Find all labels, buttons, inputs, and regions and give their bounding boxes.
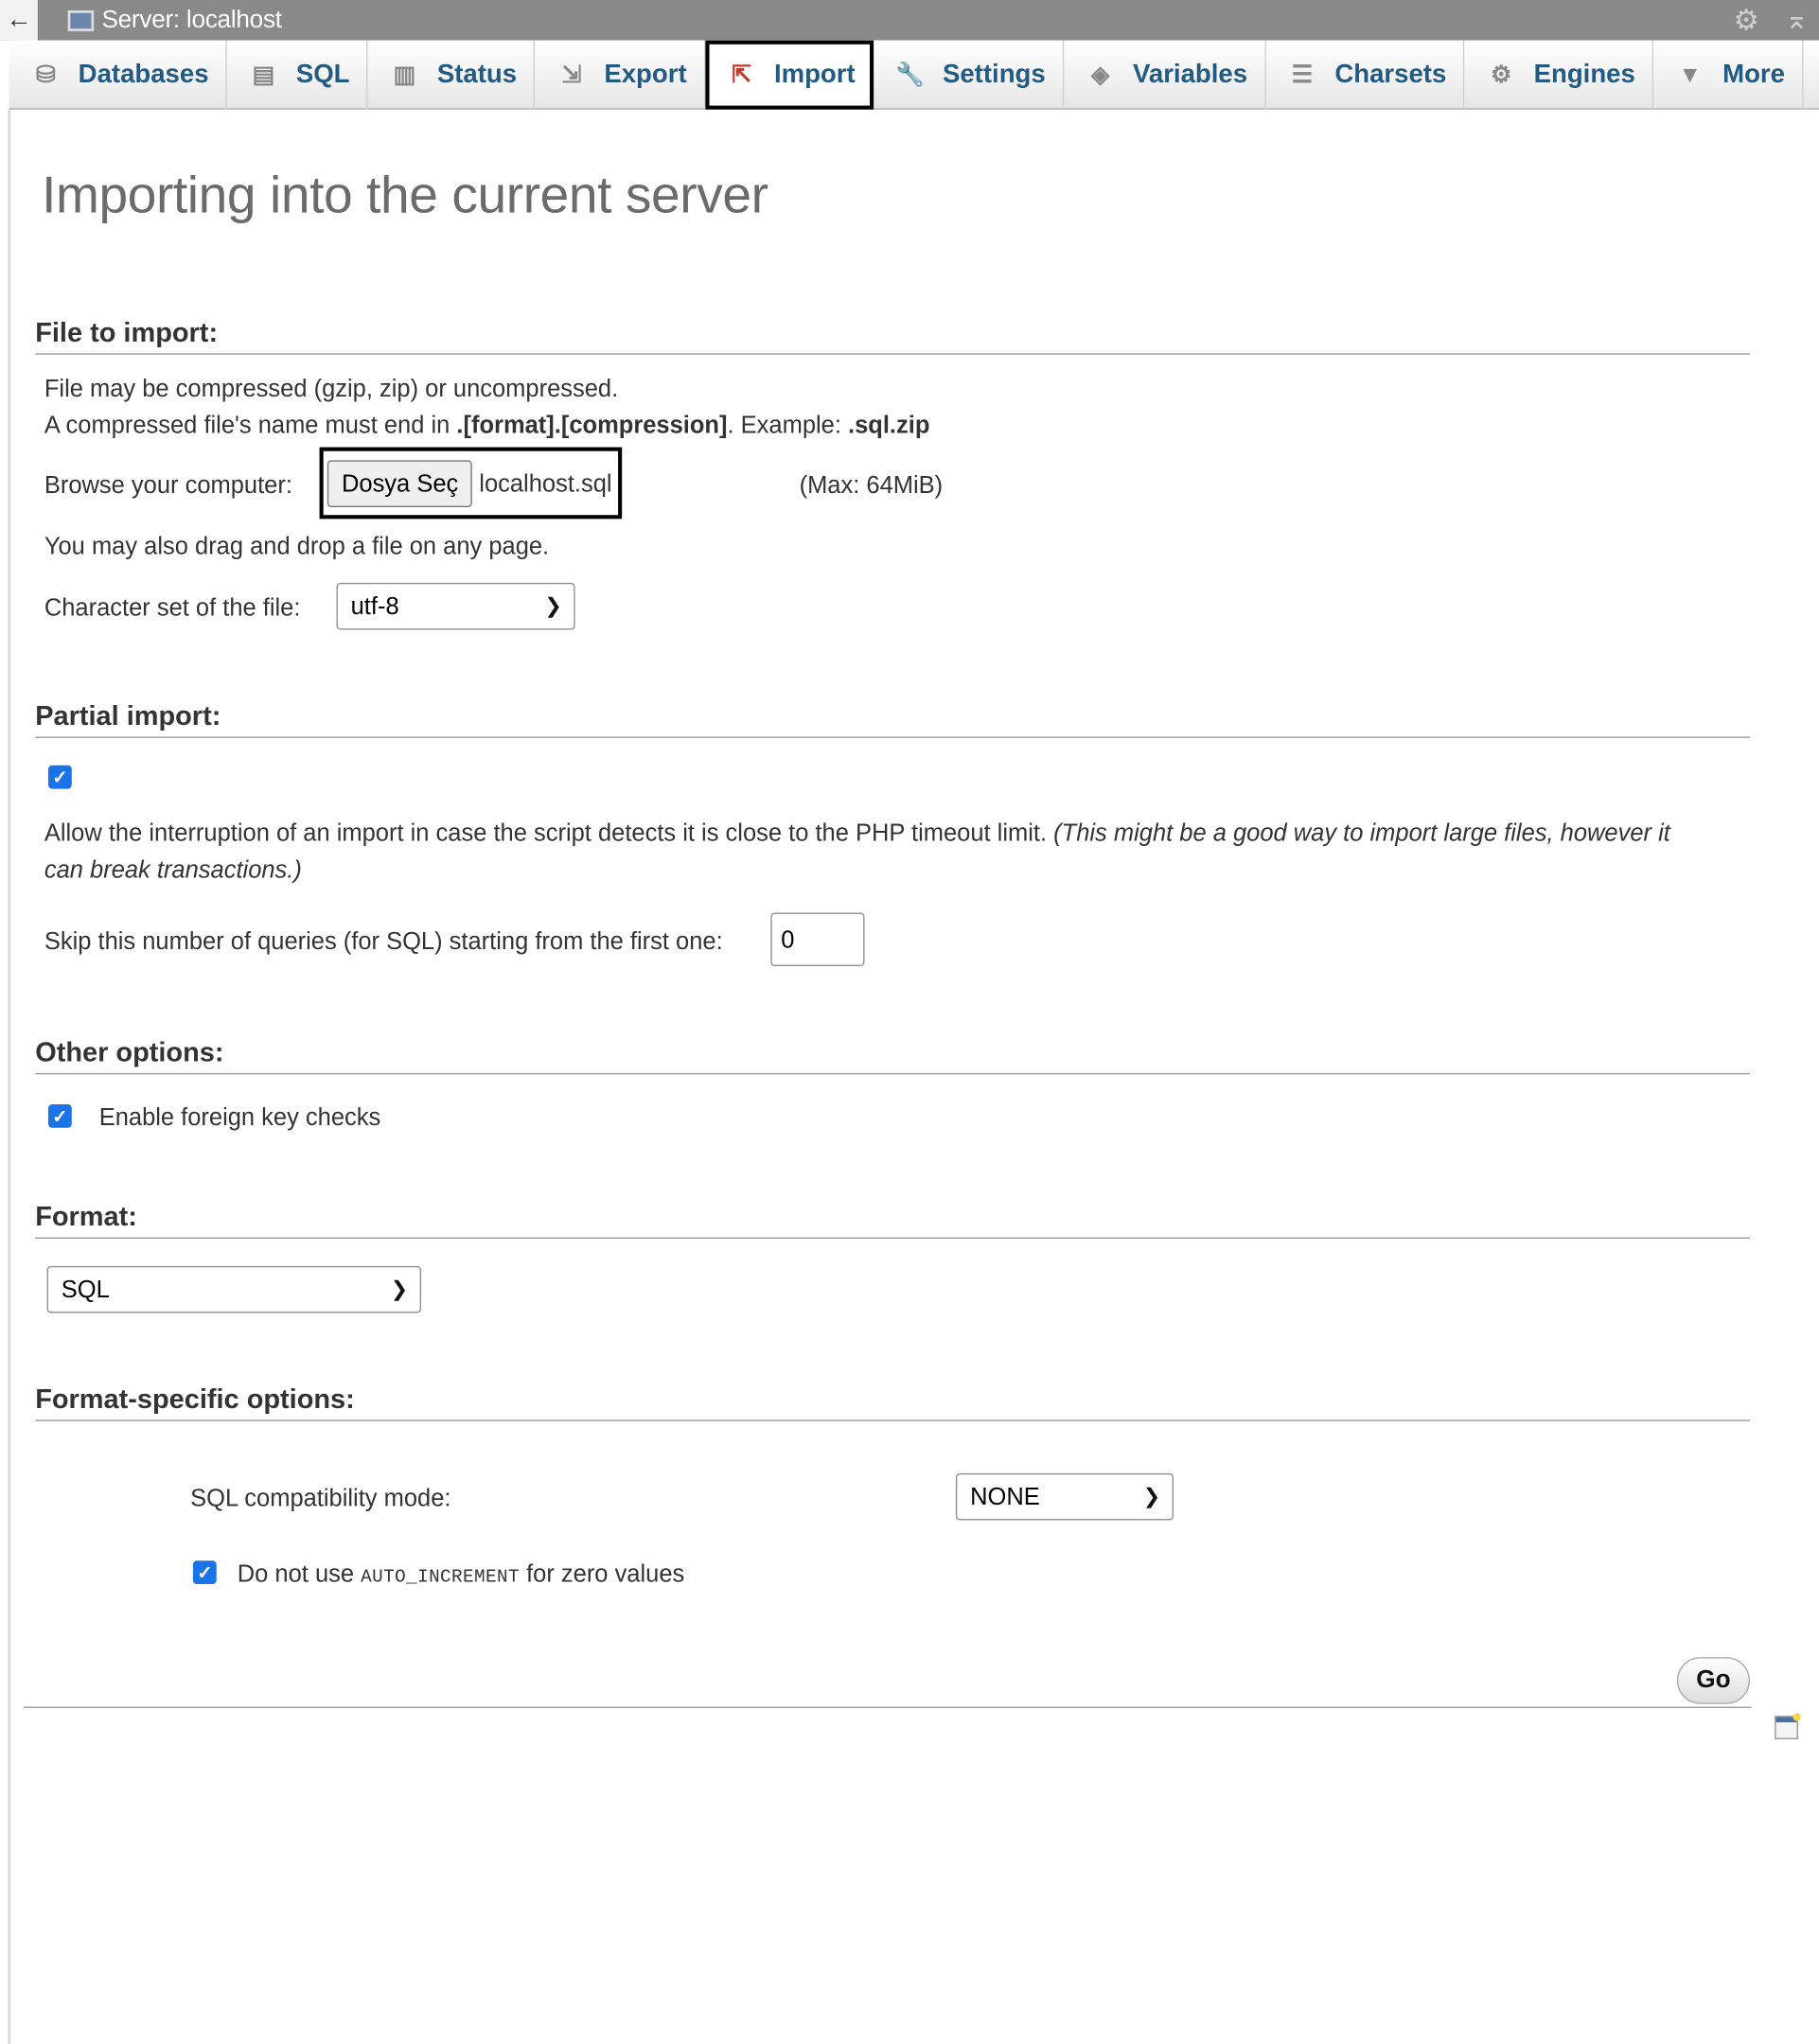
tab-label: Status bbox=[436, 60, 518, 89]
section-partial-import: Partial import: bbox=[35, 701, 1751, 738]
charset-value: utf-8 bbox=[350, 591, 399, 620]
tab-label: Variables bbox=[1133, 60, 1248, 89]
compression-note: File may be compressed (gzip, zip) or un… bbox=[44, 374, 619, 402]
status-icon: ▥ bbox=[393, 61, 416, 88]
tab-label: SQL bbox=[295, 60, 350, 89]
auto-increment-post: for zero values bbox=[519, 1559, 685, 1587]
tab-label: Charsets bbox=[1334, 60, 1447, 89]
go-button[interactable]: Go bbox=[1676, 1657, 1751, 1704]
page-title: Importing into the current server bbox=[42, 167, 768, 224]
auto-increment-label: Do not use AUTO_INCREMENT for zero value… bbox=[238, 1559, 684, 1588]
wrench-icon: 🔧 bbox=[895, 61, 925, 88]
format-value: SQL bbox=[61, 1275, 110, 1303]
foreign-key-checkbox[interactable]: ✓ bbox=[47, 1103, 72, 1128]
allow-interrupt-text: Allow the interruption of an import in c… bbox=[44, 819, 1048, 847]
section-format-specific: Format-specific options: bbox=[35, 1384, 1751, 1421]
auto-increment-pre: Do not use bbox=[237, 1559, 362, 1587]
sql-icon: ▤ bbox=[252, 61, 275, 88]
export-icon: ⇲ bbox=[561, 61, 582, 88]
allow-interrupt-note-2: can break transactions.) bbox=[44, 855, 302, 883]
tab-sql[interactable]: ▤ SQL bbox=[227, 40, 368, 110]
tab-settings[interactable]: 🔧 Settings bbox=[874, 40, 1064, 110]
collapse-icon[interactable]: ⌅ bbox=[1785, 3, 1809, 37]
compat-mode-select[interactable]: NONE ❯ bbox=[955, 1472, 1174, 1521]
console-icon[interactable] bbox=[1775, 1713, 1801, 1739]
import-icon: ⇱ bbox=[732, 61, 751, 88]
selected-file-name: localhost.sql bbox=[479, 468, 612, 497]
tab-charsets[interactable]: ☰ Charsets bbox=[1265, 40, 1465, 110]
top-bar: ← Server: localhost ⚙ ⌅ bbox=[0, 0, 1819, 41]
example-extension: .sql.zip bbox=[848, 411, 930, 438]
tab-engines[interactable]: ⚙ Engines bbox=[1465, 40, 1654, 110]
auto-increment-checkbox[interactable]: ✓ bbox=[192, 1560, 217, 1585]
main-tabs: ⛁ Databases ▤ SQL ▥ Status ⇲ Export ⇱ Import 🔧 Sett… bbox=[9, 40, 1819, 110]
settings-gear-icon[interactable]: ⚙ bbox=[1733, 4, 1758, 38]
tab-label: Import bbox=[773, 60, 856, 89]
tab-label: Engines bbox=[1533, 60, 1635, 89]
file-input[interactable]: Dosya Seç localhost.sql bbox=[319, 447, 623, 520]
section-file-to-import: File to import: bbox=[35, 318, 1751, 355]
tab-export[interactable]: ⇲ Export bbox=[535, 40, 705, 110]
foreign-key-label: Enable foreign key checks bbox=[98, 1102, 381, 1131]
tab-more[interactable]: ▼ More bbox=[1653, 40, 1804, 110]
left-divider bbox=[8, 109, 11, 2044]
tab-import[interactable]: ⇱ Import bbox=[704, 40, 874, 110]
chevron-down-icon: ❯ bbox=[544, 595, 562, 619]
caret-down-icon: ▼ bbox=[1678, 61, 1702, 88]
skip-queries-input[interactable]: 0 bbox=[770, 912, 865, 966]
charset-select[interactable]: utf-8 ❯ bbox=[336, 582, 575, 630]
breadcrumb-server[interactable]: Server: localhost bbox=[101, 6, 282, 34]
drag-drop-note: You may also drag and drop a file on any… bbox=[44, 532, 550, 560]
server-icon bbox=[67, 9, 95, 31]
compression-format-note: A compressed file's name must end in .[f… bbox=[44, 411, 930, 439]
compat-mode-value: NONE bbox=[970, 1482, 1040, 1510]
example-label: . Example: bbox=[727, 411, 849, 438]
tab-label: Settings bbox=[942, 60, 1046, 89]
back-arrow-icon[interactable]: ← bbox=[0, 0, 40, 41]
auto-increment-code: AUTO_INCREMENT bbox=[361, 1567, 520, 1589]
skip-queries-label: Skip this number of queries (for SQL) st… bbox=[44, 926, 723, 955]
allow-interrupt-label: Allow the interruption of an import in c… bbox=[44, 815, 1740, 888]
compat-mode-label: SQL compatibility mode: bbox=[190, 1483, 451, 1511]
allow-interrupt-note: (This might be a good way to import larg… bbox=[1053, 819, 1670, 847]
tab-status[interactable]: ▥ Status bbox=[368, 40, 536, 110]
charset-label: Character set of the file: bbox=[44, 592, 301, 621]
format-note-text: A compressed file's name must end in bbox=[44, 411, 457, 438]
max-upload-size: (Max: 64MiB) bbox=[799, 470, 944, 499]
browse-label: Browse your computer: bbox=[44, 470, 292, 499]
tab-variables[interactable]: ◈ Variables bbox=[1064, 40, 1266, 110]
section-other-options: Other options: bbox=[35, 1038, 1751, 1075]
chevron-down-icon: ❯ bbox=[390, 1278, 409, 1302]
tab-databases[interactable]: ⛁ Databases bbox=[9, 40, 227, 110]
format-pattern: .[format].[compression] bbox=[456, 411, 728, 438]
tab-label: Export bbox=[604, 60, 687, 89]
tab-label: More bbox=[1722, 60, 1785, 89]
bottom-divider bbox=[23, 1706, 1752, 1708]
tab-label: Databases bbox=[78, 60, 209, 89]
database-icon: ⛁ bbox=[35, 61, 56, 88]
engines-icon: ⚙ bbox=[1491, 61, 1512, 88]
section-format: Format: bbox=[35, 1202, 1751, 1239]
variables-icon: ◈ bbox=[1091, 61, 1110, 88]
format-select[interactable]: SQL ❯ bbox=[46, 1265, 422, 1313]
charsets-icon: ☰ bbox=[1291, 61, 1314, 88]
chevron-down-icon: ❯ bbox=[1142, 1486, 1161, 1509]
choose-file-button[interactable]: Dosya Seç bbox=[327, 459, 473, 507]
allow-interrupt-checkbox[interactable]: ✓ bbox=[47, 765, 72, 789]
